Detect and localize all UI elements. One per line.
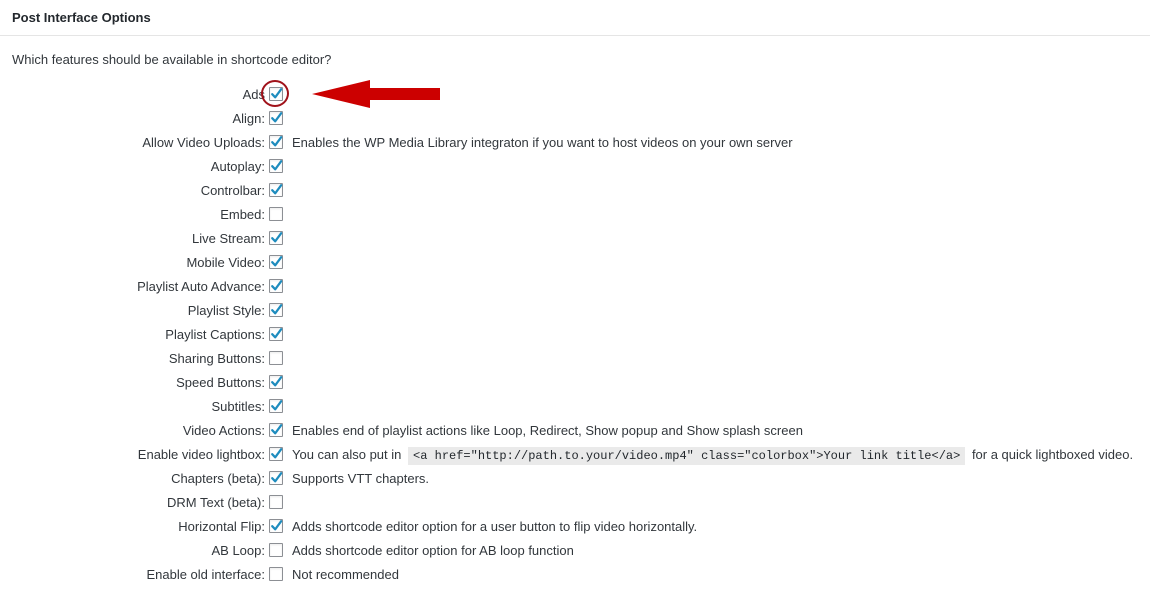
- option-row: AB Loop: Adds shortcode editor option for…: [0, 540, 1150, 564]
- option-checkbox[interactable]: [269, 255, 283, 269]
- code-snippet: <a href="http://path.to.your/video.mp4" …: [408, 447, 966, 465]
- option-checkbox[interactable]: [269, 447, 283, 461]
- checkmark-icon: [271, 280, 283, 291]
- option-label[interactable]: Playlist Style:: [188, 303, 265, 318]
- option-label[interactable]: Video Actions:: [183, 423, 265, 438]
- checkmark-icon: [271, 472, 283, 483]
- checkmark-icon: [271, 304, 283, 315]
- option-description: Enables the WP Media Library integraton …: [292, 135, 793, 150]
- description-text: for a quick lightboxed video.: [971, 447, 1134, 462]
- checkmark-icon: [271, 184, 283, 195]
- intro-text: Which features should be available in sh…: [12, 52, 332, 67]
- section-title: Post Interface Options: [12, 10, 151, 25]
- option-checkbox[interactable]: [269, 207, 283, 221]
- option-row: Video Actions: Enables end of playlist ac…: [0, 420, 1150, 444]
- option-label[interactable]: Subtitles:: [212, 399, 265, 414]
- option-checkbox[interactable]: [269, 327, 283, 341]
- option-checkbox[interactable]: [269, 159, 283, 173]
- option-row: Playlist Captions:: [0, 324, 1150, 348]
- option-row: Embed:: [0, 204, 1150, 228]
- checkmark-icon: [271, 136, 283, 147]
- option-checkbox[interactable]: [269, 543, 283, 557]
- option-row: Autoplay:: [0, 156, 1150, 180]
- highlight-circle-annotation: [261, 80, 289, 107]
- option-checkbox[interactable]: [269, 135, 283, 149]
- option-label[interactable]: Sharing Buttons:: [169, 351, 265, 366]
- option-row: Playlist Auto Advance:: [0, 276, 1150, 300]
- option-row: Align:: [0, 108, 1150, 132]
- option-label[interactable]: AB Loop:: [212, 543, 266, 558]
- option-description: Not recommended: [292, 567, 399, 582]
- option-description: Adds shortcode editor option for AB loop…: [292, 543, 574, 558]
- option-label[interactable]: Chapters (beta):: [171, 471, 265, 486]
- option-row: Ads: [0, 84, 1150, 108]
- arrow-annotation-icon: [312, 80, 440, 108]
- checkmark-icon: [271, 232, 283, 243]
- checkmark-icon: [271, 448, 283, 459]
- option-label[interactable]: Live Stream:: [192, 231, 265, 246]
- option-label[interactable]: Enable old interface:: [146, 567, 265, 582]
- option-checkbox[interactable]: [269, 231, 283, 245]
- option-label[interactable]: Horizontal Flip:: [178, 519, 265, 534]
- option-label[interactable]: Autoplay:: [211, 159, 265, 174]
- option-row: Mobile Video:: [0, 252, 1150, 276]
- option-row: Chapters (beta): Supports VTT chapters.: [0, 468, 1150, 492]
- option-row: Speed Buttons:: [0, 372, 1150, 396]
- option-description: Adds shortcode editor option for a user …: [292, 519, 698, 534]
- checkmark-icon: [271, 160, 283, 171]
- option-row: Enable video lightbox: You can also put i…: [0, 444, 1150, 468]
- option-checkbox[interactable]: [269, 303, 283, 317]
- option-label[interactable]: Align:: [232, 111, 265, 126]
- option-row: Allow Video Uploads: Enables the WP Media…: [0, 132, 1150, 156]
- section-header: Post Interface Options: [0, 0, 1150, 36]
- option-checkbox[interactable]: [269, 399, 283, 413]
- checkmark-icon: [271, 328, 283, 339]
- option-checkbox[interactable]: [269, 279, 283, 293]
- option-row: Live Stream:: [0, 228, 1150, 252]
- checkmark-icon: [271, 112, 283, 123]
- option-label[interactable]: Allow Video Uploads:: [142, 135, 265, 150]
- option-checkbox[interactable]: [269, 471, 283, 485]
- option-row: Subtitles:: [0, 396, 1150, 420]
- checkmark-icon: [271, 424, 283, 435]
- option-label[interactable]: Mobile Video:: [186, 255, 265, 270]
- option-checkbox[interactable]: [269, 495, 283, 509]
- option-checkbox[interactable]: [269, 423, 283, 437]
- options-list: Ads Align: Allow Video Uploads: Enables the…: [0, 84, 1150, 588]
- option-label[interactable]: Enable video lightbox:: [138, 447, 265, 462]
- option-checkbox[interactable]: [269, 351, 283, 365]
- option-description: Enables end of playlist actions like Loo…: [292, 423, 803, 438]
- option-row: Horizontal Flip: Adds shortcode editor op…: [0, 516, 1150, 540]
- checkmark-icon: [271, 520, 283, 531]
- option-label[interactable]: Playlist Auto Advance:: [137, 279, 265, 294]
- description-text: You can also put in: [292, 447, 402, 462]
- option-row: Controlbar:: [0, 180, 1150, 204]
- option-description: You can also put in <a href="http://path…: [292, 447, 1134, 465]
- option-row: Playlist Style:: [0, 300, 1150, 324]
- checkmark-icon: [271, 256, 283, 267]
- option-checkbox[interactable]: [269, 111, 283, 125]
- option-row: Enable old interface: Not recommended: [0, 564, 1150, 588]
- checkmark-icon: [271, 400, 283, 411]
- option-label[interactable]: Controlbar:: [201, 183, 265, 198]
- option-description: Supports VTT chapters.: [292, 471, 430, 486]
- option-label[interactable]: Speed Buttons:: [176, 375, 265, 390]
- option-row: DRM Text (beta):: [0, 492, 1150, 516]
- option-label[interactable]: Embed:: [220, 207, 265, 222]
- option-label[interactable]: Playlist Captions:: [165, 327, 265, 342]
- option-row: Sharing Buttons:: [0, 348, 1150, 372]
- option-label[interactable]: DRM Text (beta):: [167, 495, 265, 510]
- option-checkbox[interactable]: [269, 183, 283, 197]
- option-checkbox[interactable]: [269, 519, 283, 533]
- option-checkbox[interactable]: [269, 567, 283, 581]
- checkmark-icon: [271, 376, 283, 387]
- option-checkbox[interactable]: [269, 375, 283, 389]
